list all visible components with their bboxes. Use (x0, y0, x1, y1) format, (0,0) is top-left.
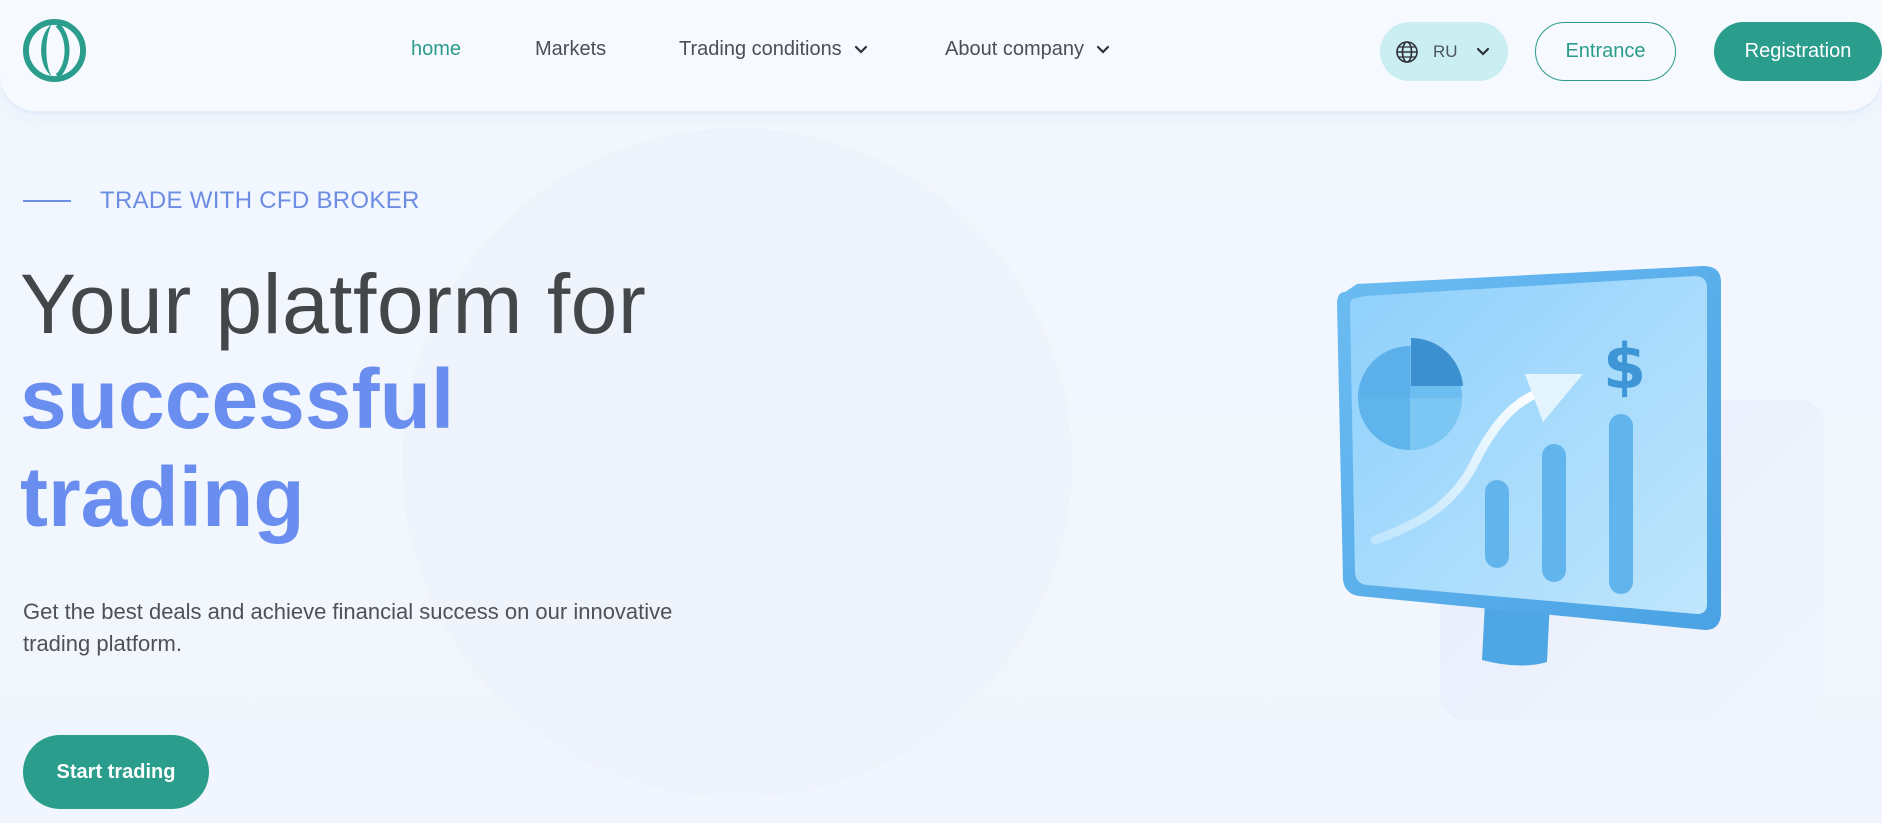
entrance-button[interactable]: Entrance (1535, 22, 1676, 81)
nav-markets-label: Markets (535, 38, 607, 60)
logo-icon[interactable] (23, 19, 86, 82)
language-code: RU (1433, 41, 1458, 61)
chevron-down-icon (854, 45, 867, 54)
registration-button[interactable]: Registration (1714, 22, 1882, 81)
nav-about-company-label: About company (945, 38, 1084, 60)
start-trading-button[interactable]: Start trading (23, 735, 209, 809)
nav-markets[interactable]: Markets (535, 38, 606, 61)
language-selector[interactable]: RU (1380, 22, 1508, 81)
hero-eyebrow: TRADE WITH CFD BROKER (23, 187, 420, 215)
nav-home-label: home (411, 38, 462, 60)
nav-trading-conditions[interactable]: Trading conditions (679, 38, 868, 61)
page: home Markets Trading conditions About co… (0, 0, 1882, 823)
globe-icon (1396, 40, 1418, 63)
chevron-down-icon (1476, 47, 1489, 56)
hero-title-accent: successful trading (20, 352, 455, 544)
trading-monitor-icon: $ (1337, 266, 1721, 666)
site-header: home Markets Trading conditions About co… (0, 0, 1882, 111)
hero-title: Your platform for (20, 257, 647, 351)
hero-description: Get the best deals and achieve financial… (23, 599, 673, 656)
dollar-symbol: $ (1603, 330, 1646, 403)
nav-about-company[interactable]: About company (945, 38, 1110, 61)
eyebrow-text: TRADE WITH CFD BROKER (100, 187, 420, 214)
eyebrow-divider (23, 200, 71, 202)
nav-home[interactable]: home (411, 38, 461, 61)
chevron-down-icon (1096, 45, 1110, 54)
nav-trading-conditions-label: Trading conditions (679, 38, 842, 60)
